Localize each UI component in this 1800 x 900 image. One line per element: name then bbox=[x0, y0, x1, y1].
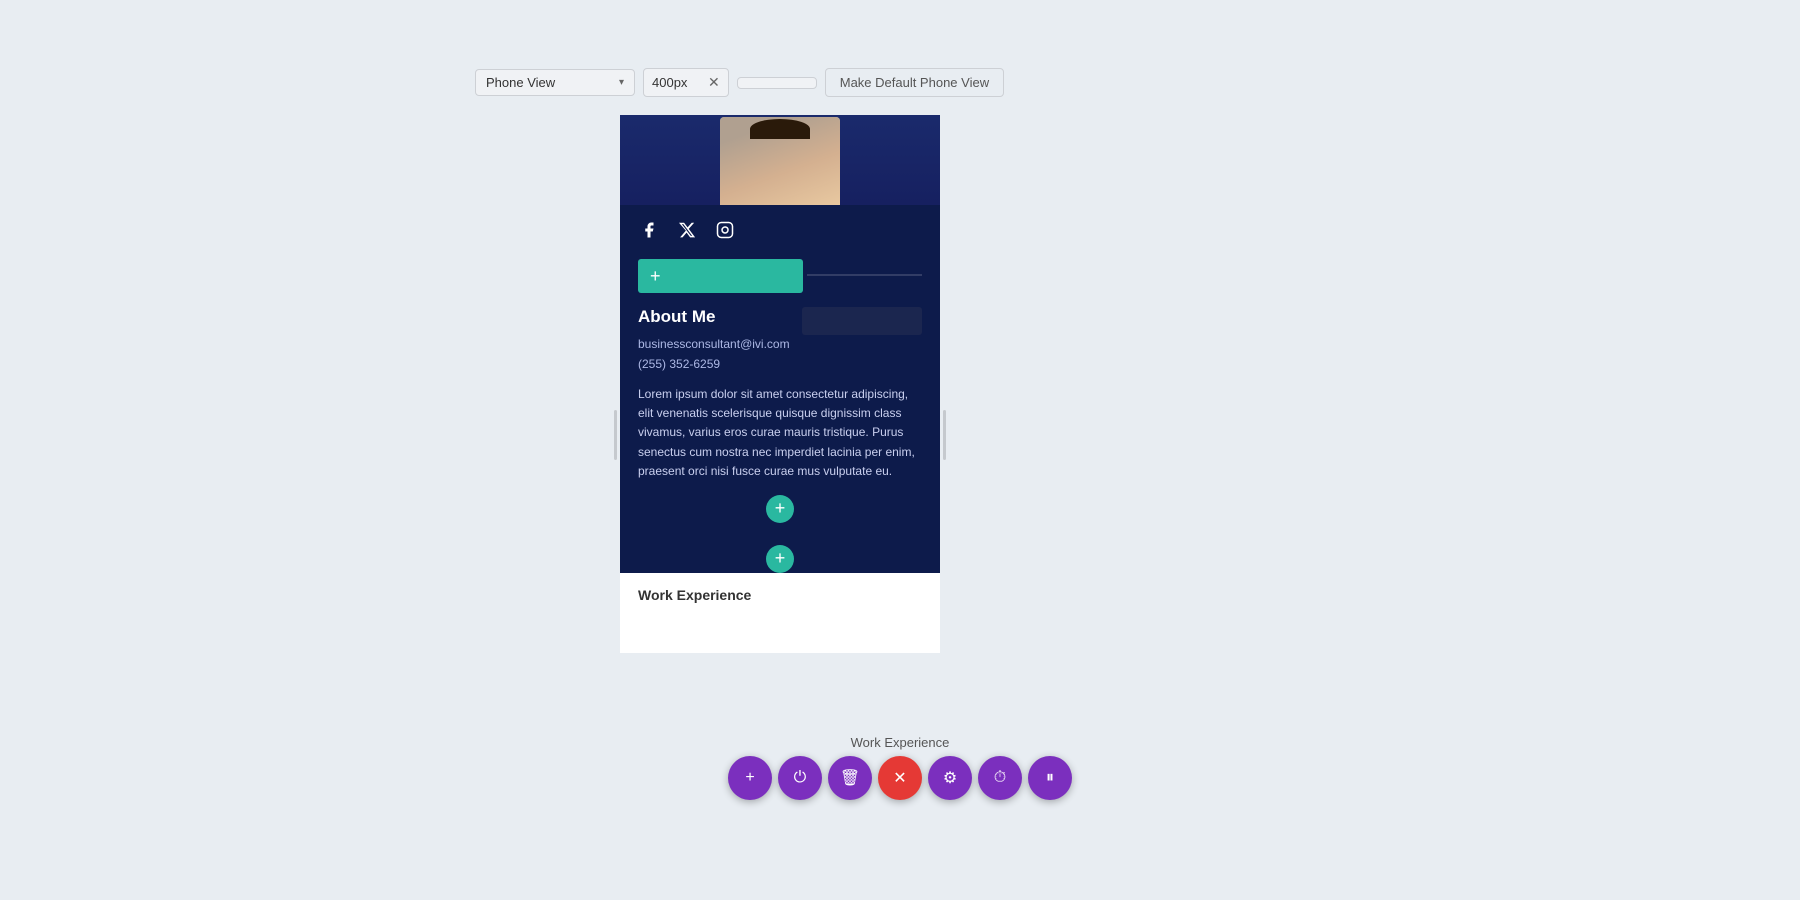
add-bar-container: + bbox=[620, 251, 940, 299]
bottom-toolbar-circles: + ⏻ 🗑 ✕ ⚙ ⏱ ⏸ bbox=[728, 756, 1072, 800]
trash-icon: 🗑 bbox=[840, 768, 860, 788]
hat-decoration bbox=[750, 119, 810, 139]
close-icon[interactable]: ✕ bbox=[708, 74, 720, 91]
trash-circle-button[interactable]: 🗑 bbox=[828, 756, 872, 800]
px-input[interactable] bbox=[652, 75, 702, 90]
view-toolbar: Phone View ▾ ✕ Make Default Phone View bbox=[475, 68, 1004, 97]
extra-input[interactable] bbox=[737, 77, 817, 89]
close-icon: ✕ bbox=[893, 768, 906, 788]
about-title: About Me bbox=[638, 307, 715, 327]
divider-add-wrapper: + bbox=[620, 539, 940, 573]
add-bar-divider bbox=[807, 275, 922, 276]
phone-preview: + About Me businessconsultant@ivi.com (2… bbox=[620, 115, 940, 653]
add-plus-icon: + bbox=[650, 266, 661, 287]
clock-icon: ⏱ bbox=[994, 769, 1006, 787]
contact-email: businessconsultant@ivi.com bbox=[638, 337, 922, 351]
twitter-x-icon[interactable] bbox=[676, 219, 698, 241]
chevron-down-icon: ▾ bbox=[619, 77, 624, 88]
about-header: About Me bbox=[638, 307, 922, 327]
make-default-button[interactable]: Make Default Phone View bbox=[825, 68, 1004, 97]
profile-image bbox=[720, 117, 840, 205]
white-section: Work Experience bbox=[620, 573, 940, 653]
px-input-wrapper: ✕ bbox=[643, 68, 729, 97]
about-add-overlay[interactable] bbox=[802, 307, 922, 335]
section-add-button[interactable]: + bbox=[766, 495, 794, 523]
contact-info: businessconsultant@ivi.com (255) 352-625… bbox=[638, 337, 922, 371]
view-selector-label: Phone View bbox=[486, 75, 555, 90]
social-icons-row bbox=[620, 205, 940, 251]
pause-icon: ⏸ bbox=[1046, 769, 1054, 787]
clock-circle-button[interactable]: ⏱ bbox=[978, 756, 1022, 800]
add-circle-icon: + bbox=[745, 769, 754, 787]
profile-image-inner bbox=[720, 117, 840, 205]
pause-circle-button[interactable]: ⏸ bbox=[1028, 756, 1072, 800]
bottom-toolbar-wrapper: Work Experience + ⏻ 🗑 ✕ ⚙ ⏱ ⏸ bbox=[728, 735, 1072, 800]
facebook-icon[interactable] bbox=[638, 219, 660, 241]
work-exp-toolbar-label: Work Experience bbox=[851, 735, 950, 750]
power-circle-button[interactable]: ⏻ bbox=[778, 756, 822, 800]
bio-text: Lorem ipsum dolor sit amet consectetur a… bbox=[638, 385, 922, 481]
profile-image-area bbox=[620, 115, 940, 205]
close-circle-button[interactable]: ✕ bbox=[878, 756, 922, 800]
view-selector[interactable]: Phone View ▾ bbox=[475, 69, 635, 96]
add-circle-button[interactable]: + bbox=[728, 756, 772, 800]
settings-icon: ⚙ bbox=[943, 768, 957, 788]
power-icon: ⏻ bbox=[794, 769, 807, 787]
contact-phone: (255) 352-6259 bbox=[638, 357, 922, 371]
left-drag-handle[interactable] bbox=[614, 410, 617, 460]
right-drag-handle[interactable] bbox=[943, 410, 946, 460]
about-section: About Me businessconsultant@ivi.com (255… bbox=[620, 299, 940, 539]
settings-circle-button[interactable]: ⚙ bbox=[928, 756, 972, 800]
divider-add-button[interactable]: + bbox=[766, 545, 794, 573]
add-button-bar[interactable]: + bbox=[638, 259, 803, 293]
work-experience-label: Work Experience bbox=[638, 587, 751, 603]
instagram-icon[interactable] bbox=[714, 219, 736, 241]
